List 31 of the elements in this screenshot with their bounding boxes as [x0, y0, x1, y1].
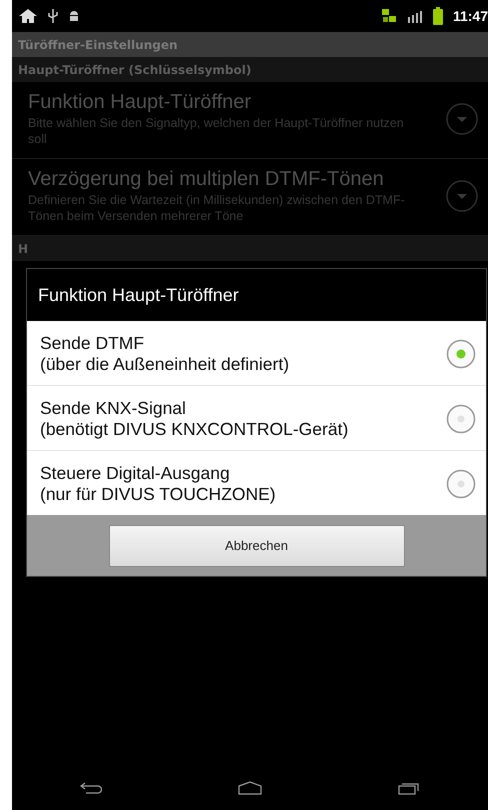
radio-button[interactable]: [446, 339, 476, 369]
option-detail: (benötigt DIVUS KNXCONTROL-Gerät): [40, 419, 350, 440]
recent-apps-icon[interactable]: [398, 781, 420, 795]
option-label: Sende KNX-Signal: [40, 398, 187, 419]
preference-summary: Definieren Sie die Wartezeit (in Millisekunden) zwischen den DTMF-Tönen beim Versenden mehrerer Töne: [28, 192, 406, 224]
option-detail: (nur für DIVUS TOUCHZONE): [40, 484, 277, 505]
cancel-button[interactable]: Abbrechen: [108, 524, 404, 566]
home-button-icon[interactable]: [238, 781, 262, 795]
clock-time: 11:47: [452, 8, 488, 24]
network-icon: [380, 8, 397, 24]
preference-summary: Bitte wählen Sie den Signaltyp, welchen der Haupt-Türöffner nutzen soll: [28, 116, 405, 148]
dropdown-icon[interactable]: [446, 180, 478, 212]
option-row[interactable]: Sende DTMF (über die Außeneinheit definiert): [27, 321, 486, 386]
category-header: Haupt-Türöffner (Schlüsselsymbol): [12, 57, 488, 82]
option-row[interactable]: Steuere Digital-Ausgang (nur für DIVUS TOUCHZONE): [27, 451, 486, 515]
battery-icon: [432, 7, 443, 25]
signal-icon: [406, 8, 423, 24]
dialog-title: Funktion Haupt-Türöffner: [38, 284, 239, 306]
category-header: H: [12, 236, 488, 261]
radio-button[interactable]: [446, 469, 476, 499]
option-row[interactable]: Sende KNX-Signal (benötigt DIVUS KNXCONTROL-Gerät): [27, 386, 486, 451]
option-label: Sende DTMF: [40, 333, 146, 354]
dropdown-icon[interactable]: [446, 103, 478, 135]
option-label: Steuere Digital-Ausgang: [40, 463, 231, 484]
home-icon: [18, 8, 38, 24]
usb-icon: [48, 8, 58, 24]
radio-button[interactable]: [446, 404, 476, 434]
back-icon[interactable]: [80, 782, 102, 794]
option-detail: (über die Außeneinheit definiert): [40, 354, 290, 375]
screen-title: Türöffner-Einstellungen: [18, 38, 178, 52]
android-icon: [68, 9, 80, 23]
